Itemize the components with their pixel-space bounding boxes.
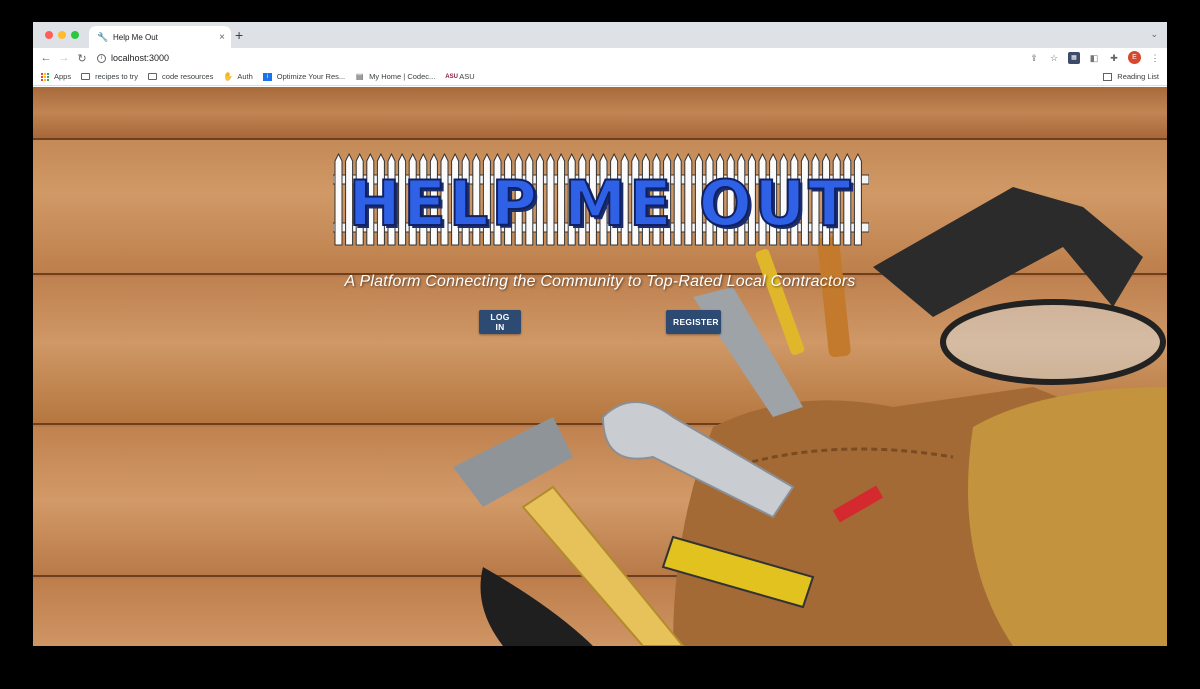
extensions-puzzle-icon[interactable]: ✚ [1108, 52, 1120, 64]
login-button[interactable]: LOG IN [479, 310, 521, 334]
tab-search-icon[interactable]: ⌄ [1150, 29, 1158, 40]
bookmark-label: recipes to try [95, 72, 139, 81]
share-icon[interactable]: ⇪ [1028, 52, 1040, 64]
reading-list-label: Reading List [1117, 72, 1159, 81]
tab-title: Help Me Out [113, 32, 158, 42]
tab-strip: 🔧 Help Me Out × + ⌄ [33, 22, 1167, 48]
browser-toolbar: ← → ↻ i localhost:3000 ⇪ ☆ ▦ ◧ ✚ E ⋮ [33, 48, 1167, 68]
info-bookmark-icon: i [262, 72, 272, 81]
bookmark-recipes[interactable]: recipes to try [81, 72, 138, 81]
reading-list-icon [1103, 72, 1113, 81]
wrench-icon: 🔧 [97, 32, 109, 42]
folder-icon [148, 73, 158, 80]
logo-wordmark: HELP ME OUT [348, 166, 854, 241]
extension-icon[interactable]: ▦ [1068, 51, 1080, 64]
back-button[interactable]: ← [37, 52, 55, 64]
bookmark-star-icon[interactable]: ☆ [1048, 52, 1060, 64]
bookmark-label: Auth [237, 72, 253, 81]
safety-goggles [940, 299, 1166, 385]
toolbar-actions: ⇪ ☆ ▦ ◧ ✚ E ⋮ [1028, 51, 1161, 64]
forward-button[interactable]: → [55, 52, 73, 64]
minimize-window-button[interactable] [58, 31, 66, 39]
apps-grid-icon [41, 72, 49, 81]
document-icon: ▤ [355, 71, 364, 81]
bookmark-label: code resources [162, 72, 214, 81]
reload-button[interactable]: ↻ [73, 52, 91, 65]
profile-avatar[interactable]: E [1128, 51, 1141, 64]
more-menu-icon[interactable]: ⋮ [1149, 52, 1161, 64]
bookmark-optimize[interactable]: i Optimize Your Res... [262, 72, 346, 81]
hero-tagline: A Platform Connecting the Community to T… [344, 273, 856, 290]
screwdriver-handle [817, 236, 851, 358]
bookmark-label: Apps [54, 72, 72, 81]
bookmark-code-resources[interactable]: code resources [148, 72, 213, 81]
work-gloves [968, 387, 1167, 646]
tab-close-icon[interactable]: × [219, 32, 225, 43]
close-window-button[interactable] [45, 31, 53, 39]
site-info-icon[interactable]: i [97, 53, 106, 63]
reading-list-button[interactable]: Reading List [1103, 72, 1159, 81]
address-bar[interactable]: i localhost:3000 [97, 50, 169, 66]
extension-2-icon[interactable]: ◧ [1088, 52, 1100, 64]
bookmark-label: My Home | Codec... [369, 72, 436, 81]
bookmark-label: Optimize Your Res... [276, 72, 346, 81]
tab-help-me-out[interactable]: 🔧 Help Me Out × [89, 26, 231, 48]
register-button[interactable]: REGISTER [666, 310, 721, 334]
bookmark-auth[interactable]: ✋ Auth [223, 72, 252, 81]
bookmark-apps[interactable]: Apps [41, 72, 71, 81]
page-viewport: HELP ME OUT A Platform Connecting the Co… [33, 87, 1167, 646]
browser-window: 🔧 Help Me Out × + ⌄ ← → ↻ i localhost:30… [33, 22, 1167, 646]
new-tab-button[interactable]: + [235, 27, 243, 43]
black-strap [480, 567, 593, 646]
folder-icon [81, 73, 91, 80]
bookmark-codecademy[interactable]: ▤ My Home | Codec... [355, 72, 435, 81]
asu-icon: ASU [445, 73, 458, 80]
bookmark-label: ASU [459, 72, 475, 81]
auth-icon: ✋ [223, 71, 234, 81]
help-me-out-logo: HELP ME OUT [333, 153, 869, 253]
bookmarks-bar: Apps recipes to try code resources ✋ Aut… [33, 68, 1167, 86]
url-text: localhost:3000 [111, 53, 170, 63]
maximize-window-button[interactable] [71, 31, 79, 39]
belt-strap [873, 187, 1143, 317]
bookmark-asu[interactable]: ASU ASU [445, 72, 474, 81]
